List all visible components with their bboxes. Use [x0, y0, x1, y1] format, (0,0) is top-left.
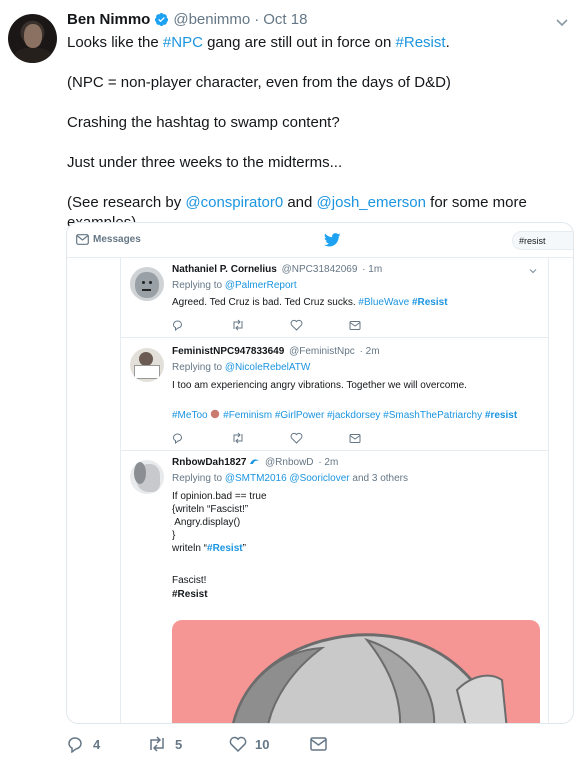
author-avatar[interactable] — [8, 14, 57, 63]
inner-author-name[interactable]: RnbowDah1827 — [172, 457, 246, 468]
hashtag-resist-link[interactable]: #resist — [485, 410, 517, 421]
hashtag-resist-link[interactable]: #Resist — [207, 543, 243, 554]
like-heart-icon — [229, 736, 247, 752]
inner-tweet-time: · 2m — [359, 346, 380, 357]
reply-count: 4 — [93, 737, 101, 752]
inner-author-name[interactable]: FeministNPC947833649 — [172, 346, 284, 357]
hashtag-list-link[interactable]: #Feminism #GirlPower #jackdorsey #SmashT… — [220, 410, 485, 421]
inner-tweet-actions — [172, 431, 408, 445]
hashtag-resist-link[interactable]: #Resist — [396, 34, 446, 51]
reply-icon[interactable] — [172, 319, 184, 332]
inner-tweet[interactable]: FeministNPC947833649 @FeministNpc · 2m R… — [121, 338, 548, 451]
hashtag-bluewave-link[interactable]: #BlueWave — [358, 297, 409, 308]
reply-button[interactable]: 4 — [67, 736, 100, 753]
inner-tweet-actions — [172, 318, 408, 332]
body-line-1: Looks like the #NPC gang are still out i… — [67, 34, 450, 51]
mention-josh-emerson-link[interactable]: @josh_emerson — [317, 194, 426, 211]
tweet-header: Ben Nimmo @benimmo · Oct 18 — [67, 11, 307, 28]
tweet-date[interactable]: Oct 18 — [263, 11, 307, 28]
npc-avatar[interactable] — [130, 267, 164, 301]
messages-nav: Messages — [76, 234, 141, 245]
hashtag-resist-link[interactable]: #Resist — [172, 588, 208, 601]
inner-tweet-hashtags: #MeToo #Feminism #GirlPower #jackdorsey … — [172, 409, 517, 422]
inner-tweet-text: I too am experiencing angry vibrations. … — [172, 380, 467, 391]
feminist-npc-avatar[interactable] — [130, 348, 164, 382]
retweet-icon[interactable] — [231, 432, 245, 444]
avatar-body — [14, 48, 52, 63]
chevron-down-icon[interactable] — [554, 14, 570, 30]
inner-tweet-text: Agreed. Ted Cruz is bad. Ted Cruz sucks.… — [172, 297, 448, 308]
screenshot-topbar: Messages #resist — [67, 223, 573, 258]
replying-to: Replying to @NicoleRebelATW — [172, 362, 311, 373]
envelope-icon — [76, 234, 89, 245]
code-snippet: If opinion.bad == true {writeln “Fascist… — [172, 491, 267, 554]
like-heart-icon[interactable] — [290, 319, 303, 331]
replying-to: Replying to @PalmerReport — [172, 280, 297, 291]
raised-fist-emoji-icon — [211, 409, 220, 419]
twitter-bird-icon — [324, 233, 341, 247]
retweet-icon[interactable] — [231, 319, 245, 331]
author-name[interactable]: Ben Nimmo — [67, 11, 150, 28]
inner-author-handle[interactable]: @FeministNpc — [289, 346, 355, 357]
replying-to: Replying to @SMTM2016 @Sooriclover and 3… — [172, 473, 408, 484]
like-button[interactable]: 10 — [229, 736, 269, 752]
pony-avatar[interactable] — [130, 460, 164, 494]
reply-icon[interactable] — [172, 432, 184, 445]
direct-message-icon[interactable] — [349, 432, 361, 444]
inner-author-name[interactable]: Nathaniel P. Cornelius — [172, 264, 277, 275]
chevron-down-icon[interactable] — [528, 266, 538, 276]
pony-illustration — [232, 633, 508, 723]
tweet-body: Looks like the #NPC gang are still out i… — [67, 33, 572, 233]
mention-conspirator0-link[interactable]: @conspirator0 — [185, 194, 283, 211]
direct-message-icon[interactable] — [349, 319, 361, 331]
reply-mention-link[interactable]: @SMTM2016 @Sooriclover — [225, 473, 350, 484]
embedded-screenshot[interactable]: Messages #resist Nathaniel P. Cornelius … — [66, 222, 574, 724]
like-heart-icon[interactable] — [290, 432, 303, 444]
search-input[interactable]: #resist — [512, 231, 573, 250]
author-handle[interactable]: @benimmo — [173, 11, 250, 28]
inner-tweet-header: FeministNPC947833649 @FeministNpc · 2m — [172, 346, 380, 357]
avatar-face — [24, 24, 42, 48]
reply-mention-link[interactable]: @NicoleRebelATW — [225, 362, 311, 373]
inner-tweet[interactable]: Nathaniel P. Cornelius @NPC31842069 · 1m… — [121, 258, 548, 338]
inner-tweet-time: · 1m — [362, 264, 383, 275]
retweet-icon — [150, 736, 164, 752]
body-line-2: (NPC = non-player character, even from t… — [67, 74, 451, 91]
reply-mention-link[interactable]: @PalmerReport — [225, 280, 297, 291]
separator-dot: · — [254, 11, 260, 28]
inner-tweet-header: Nathaniel P. Cornelius @NPC31842069 · 1m — [172, 264, 382, 275]
retweet-button[interactable]: 5 — [147, 736, 182, 752]
inner-tweet-time: · 2m — [318, 457, 339, 468]
retweet-count: 5 — [175, 736, 183, 752]
reply-icon — [68, 737, 82, 753]
tweet-output-line: Fascist! — [172, 575, 207, 586]
hashtag-npc-link[interactable]: #NPC — [163, 34, 203, 51]
direct-message-button[interactable] — [310, 736, 327, 751]
hashtag-metoo-link[interactable]: #MeToo — [172, 410, 208, 421]
envelope-icon — [310, 737, 327, 751]
body-line-3: Crashing the hashtag to swamp content? — [67, 114, 340, 131]
timeline-stream: Nathaniel P. Cornelius @NPC31842069 · 1m… — [120, 258, 549, 723]
verified-badge-icon — [155, 12, 169, 27]
inner-tweet-header: RnbowDah1827 @RnbowD · 2m — [172, 457, 338, 468]
inner-author-handle[interactable]: @NPC31842069 — [282, 264, 358, 275]
messages-label: Messages — [93, 234, 141, 245]
body-line-4: Just under three weeks to the midterms..… — [67, 154, 343, 171]
like-count: 10 — [255, 736, 270, 752]
hashtag-resist-link[interactable]: #Resist — [412, 297, 448, 308]
inner-author-handle[interactable]: @RnbowD — [265, 457, 314, 468]
wave-emoji-icon — [250, 459, 260, 464]
pony-image[interactable] — [172, 620, 540, 723]
